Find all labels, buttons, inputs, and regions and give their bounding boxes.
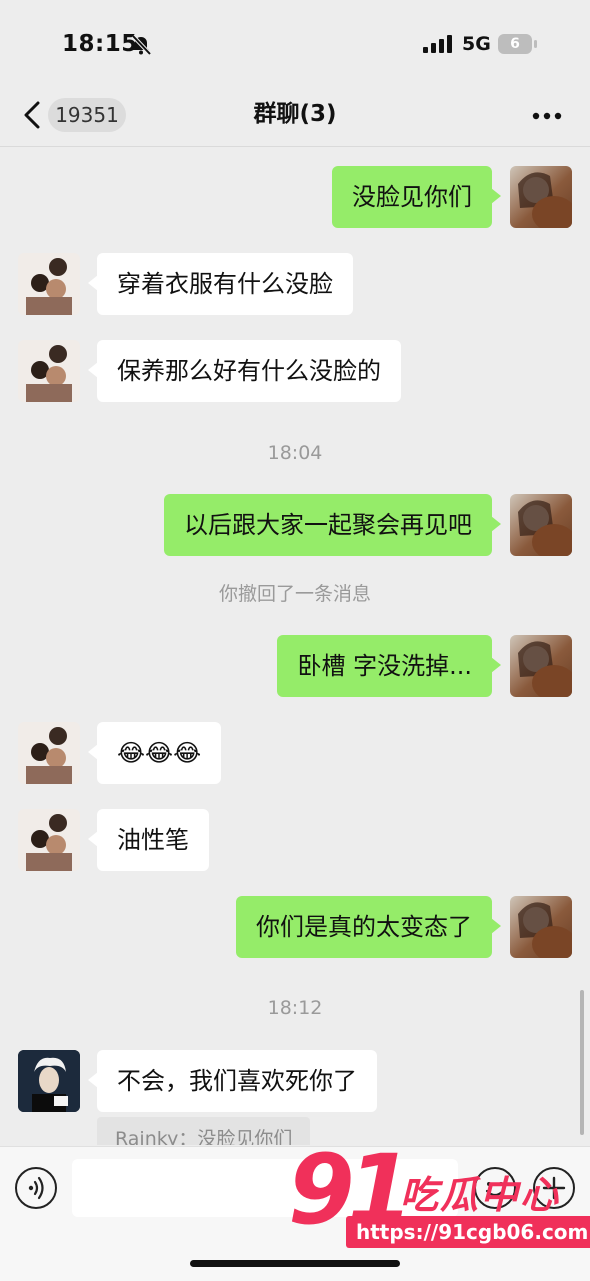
message-incoming: 😂😂😂 xyxy=(0,722,590,784)
self-avatar[interactable] xyxy=(510,494,572,556)
message-timestamp: 18:04 xyxy=(267,442,323,464)
voice-input-button[interactable] xyxy=(15,1167,57,1209)
self-avatar[interactable] xyxy=(510,635,572,697)
message-bubble[interactable]: 没脸见你们 xyxy=(332,166,501,228)
battery-level: 6 xyxy=(510,36,520,52)
member-avatar[interactable] xyxy=(18,809,80,871)
voice-wave-icon xyxy=(28,1176,44,1200)
message-bubble[interactable]: 油性笔 xyxy=(88,809,209,871)
self-avatar[interactable] xyxy=(510,166,572,228)
message-timestamp: 18:12 xyxy=(267,997,323,1019)
message-bubble[interactable]: 😂😂😂 xyxy=(87,722,222,784)
watermark-text: 吃瓜中心 xyxy=(400,1173,561,1217)
scrollbar[interactable] xyxy=(580,990,584,1135)
home-indicator[interactable] xyxy=(190,1260,400,1267)
member-avatar[interactable] xyxy=(18,340,80,402)
status-bar: 18:15 5G 6 xyxy=(0,0,590,88)
quoted-message[interactable]: Rainky：没脸见你们 xyxy=(97,1117,311,1145)
message-outgoing: 卧槽 字没洗掉... xyxy=(0,635,590,697)
self-avatar[interactable] xyxy=(510,896,572,958)
message-bubble[interactable]: 卧槽 字没洗掉... xyxy=(277,635,501,697)
message-bubble[interactable]: 不会，我们喜欢死你了 xyxy=(88,1050,377,1112)
message-bubble[interactable]: 你们是真的太变态了 xyxy=(236,896,501,958)
status-time: 18:15 xyxy=(62,31,138,57)
message-outgoing: 以后跟大家一起聚会再见吧 xyxy=(0,494,590,556)
back-chevron-icon[interactable] xyxy=(22,100,42,130)
message-bubble[interactable]: 以后跟大家一起聚会再见吧 xyxy=(164,494,501,556)
unread-count-badge[interactable]: 19351 xyxy=(48,98,126,132)
message-list[interactable]: 没脸见你们 穿着衣服有什么没脸 保养那么好有什么没脸的 18:04 以后跟大家一… xyxy=(0,147,590,1145)
message-incoming: 保养那么好有什么没脸的 xyxy=(0,340,590,402)
cellular-signal-icon xyxy=(423,35,452,53)
watermark-url: https://91cgb06.com xyxy=(346,1216,590,1248)
network-type: 5G xyxy=(462,33,491,55)
message-incoming: 穿着衣服有什么没脸 xyxy=(0,253,590,315)
message-outgoing: 没脸见你们 xyxy=(0,166,590,228)
battery-icon: 6 xyxy=(498,34,538,54)
message-outgoing: 你们是真的太变态了 xyxy=(0,896,590,958)
message-incoming: 油性笔 xyxy=(0,809,590,871)
message-bubble[interactable]: 穿着衣服有什么没脸 xyxy=(88,253,353,315)
more-options-icon[interactable] xyxy=(532,112,562,120)
message-incoming: 不会，我们喜欢死你了 xyxy=(0,1050,590,1112)
muted-bell-icon xyxy=(131,34,152,56)
member-avatar[interactable] xyxy=(18,1050,80,1112)
chat-header: 19351 群聊(3) xyxy=(0,88,590,147)
watermark-logo: 91 吃瓜中心 https://91cgb06.com xyxy=(288,1134,590,1260)
message-bubble[interactable]: 保养那么好有什么没脸的 xyxy=(88,340,401,402)
member-avatar[interactable] xyxy=(18,722,80,784)
member-avatar[interactable] xyxy=(18,253,80,315)
recall-notice: 你撤回了一条消息 xyxy=(218,583,371,605)
